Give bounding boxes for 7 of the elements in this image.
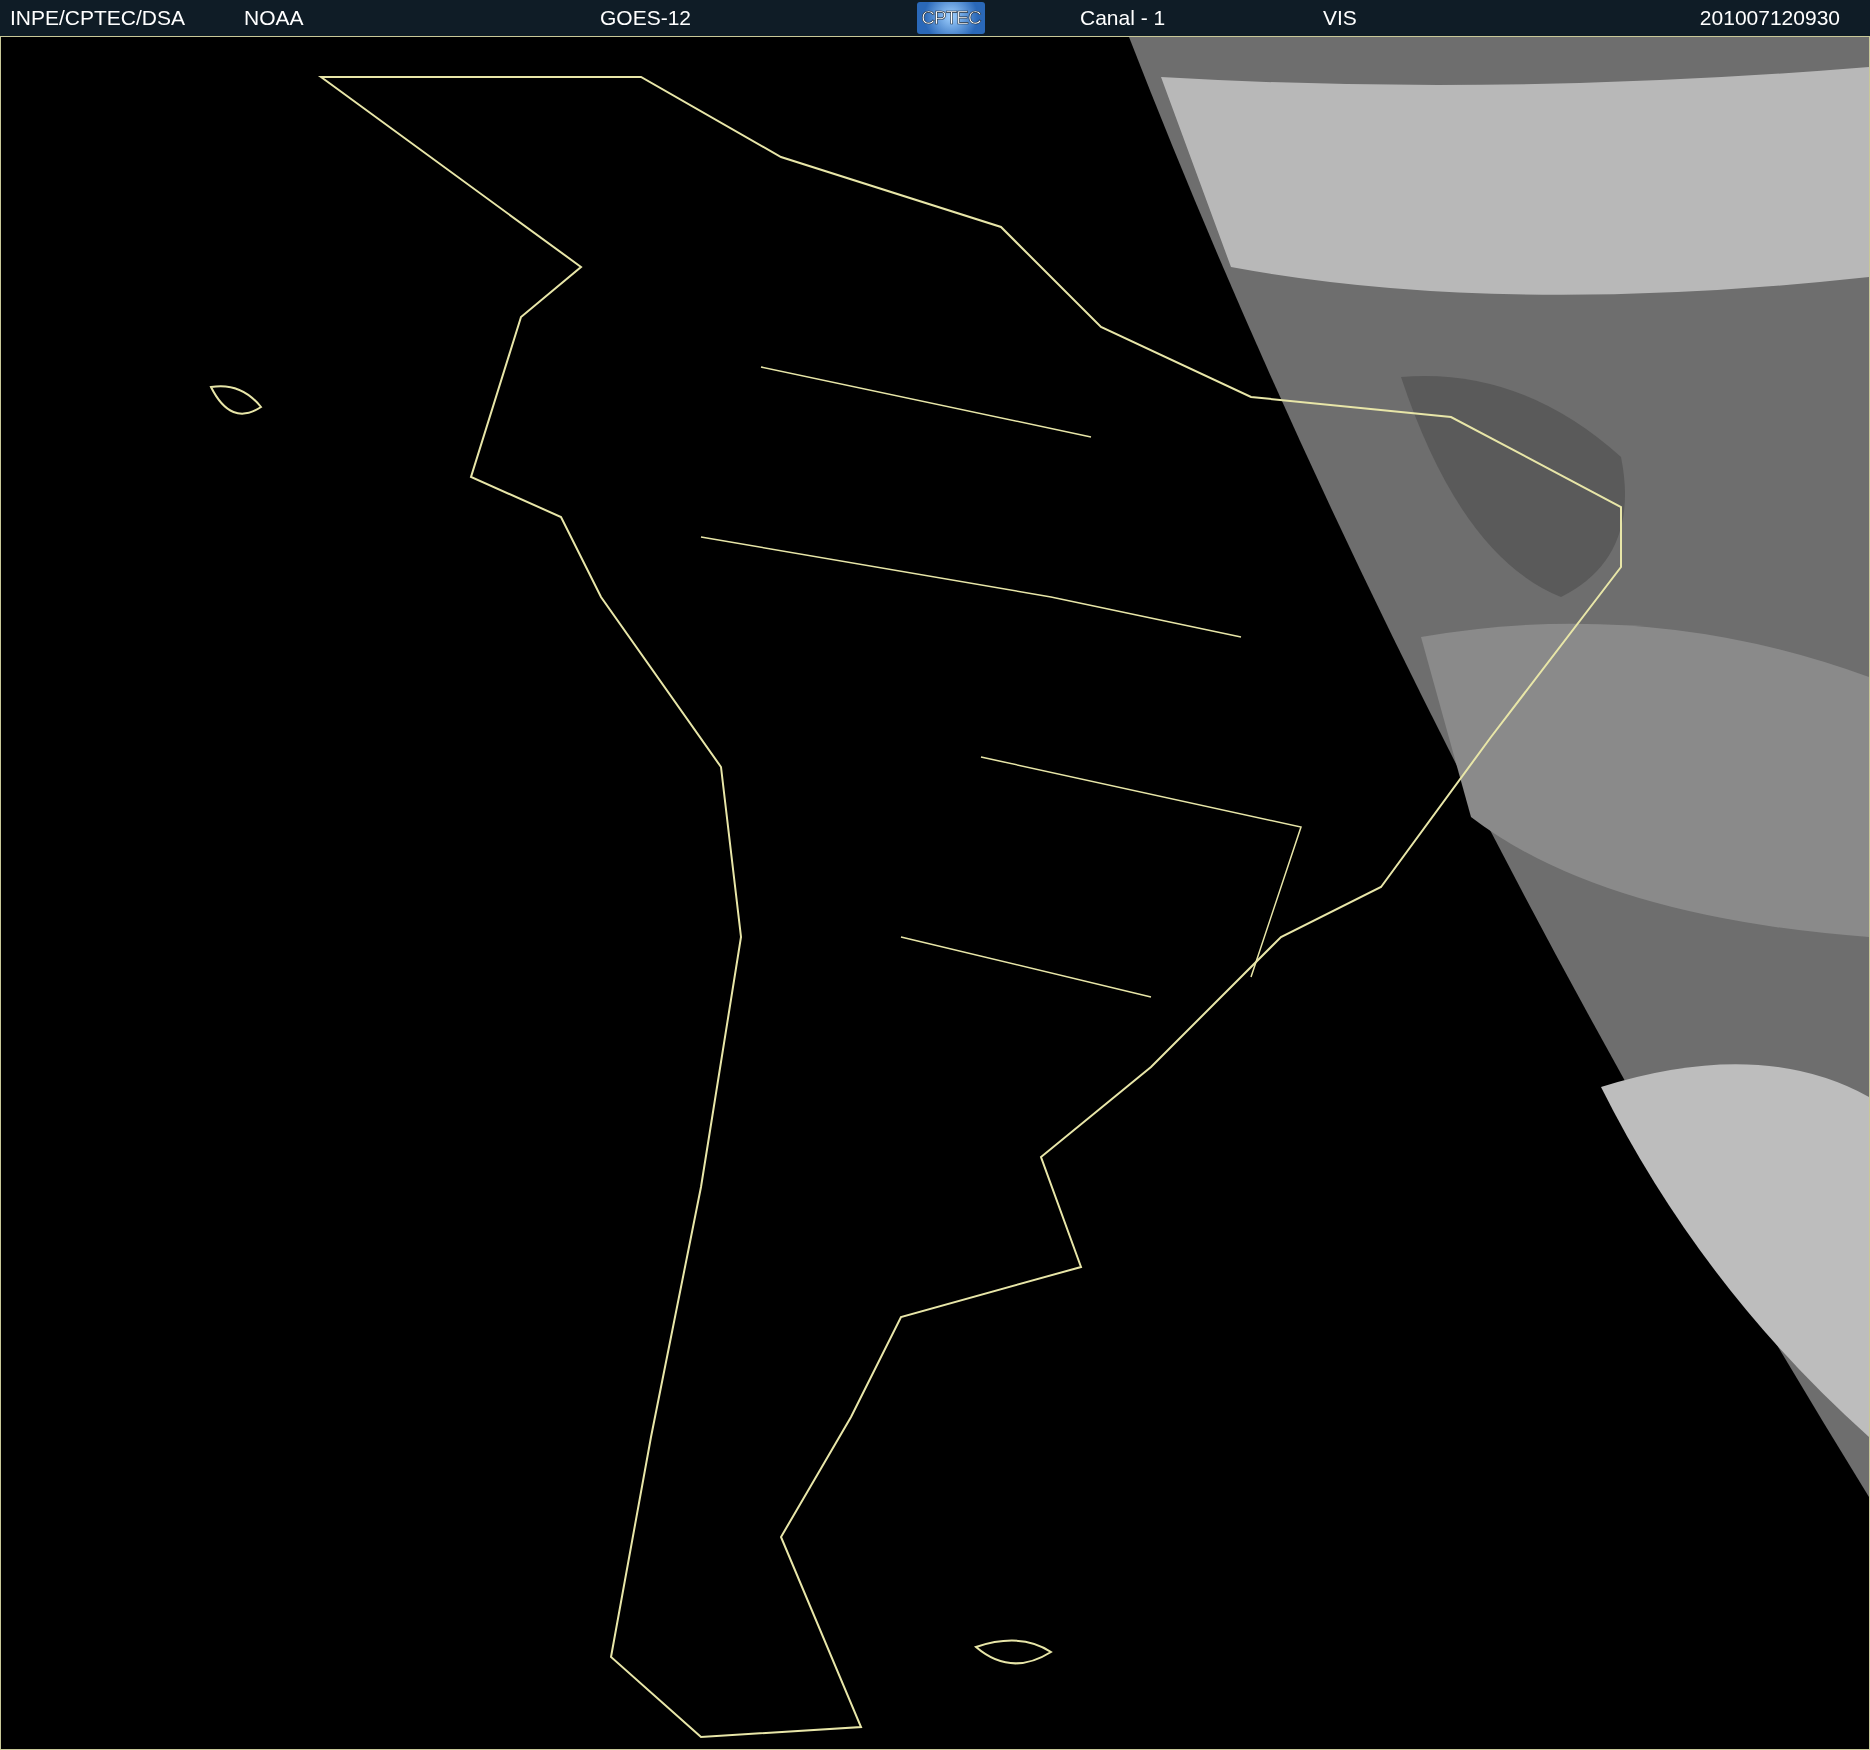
header-label: GOES-12	[600, 6, 693, 30]
header-label: Canal - 1	[1080, 6, 1167, 30]
header-label: NOAA	[244, 6, 305, 30]
header-label: VIS	[1323, 6, 1358, 30]
header-label: INPE/CPTEC/DSA	[10, 6, 187, 30]
header-label: 201007120930	[1699, 6, 1841, 30]
cptec-logo: CPTEC	[917, 2, 985, 34]
